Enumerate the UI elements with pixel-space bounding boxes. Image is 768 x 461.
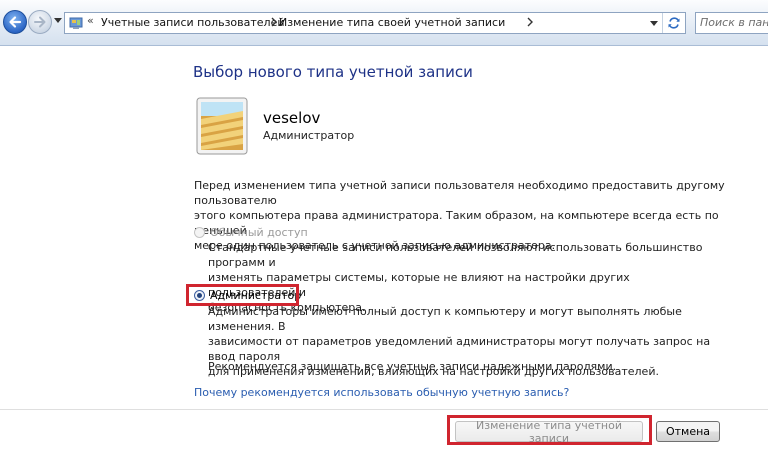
password-recommendation: Рекомендуется защищать все учетные запис… [208, 360, 617, 373]
breadcrumb-user-accounts[interactable]: Учетные записи пользователей [101, 16, 285, 29]
search-box[interactable] [695, 12, 768, 34]
description-line: Стандартные учетные записи пользователей… [208, 241, 703, 269]
cancel-button[interactable]: Отмена [656, 421, 720, 442]
navigation-bar: « Учетные записи пользователей Изменение… [0, 0, 768, 46]
page-title: Выбор нового типа учетной записи [193, 63, 473, 81]
back-button[interactable] [3, 10, 27, 34]
footer-divider [0, 409, 768, 410]
control-panel-icon [69, 17, 83, 29]
user-role: Администратор [263, 129, 355, 142]
intro-line: Перед изменением типа учетной записи пол… [194, 179, 725, 207]
breadcrumb-separator-icon[interactable] [271, 17, 277, 27]
address-history-dropdown[interactable] [647, 13, 661, 33]
standard-user-radio[interactable] [194, 227, 205, 238]
search-input[interactable] [696, 13, 768, 31]
user-name: veselov [263, 109, 321, 127]
breadcrumb-root-chevron[interactable]: « [87, 14, 94, 27]
user-picture-icon [196, 97, 248, 155]
breadcrumb-separator-icon[interactable] [527, 17, 533, 27]
description-line: Администраторы имеют полный доступ к ком… [208, 305, 682, 333]
breadcrumb-change-account-type[interactable]: Изменение типа своей учетной записи [279, 16, 505, 29]
why-standard-account-link[interactable]: Почему рекомендуется использовать обычну… [194, 386, 569, 399]
address-bar[interactable]: « Учетные записи пользователей Изменение… [64, 12, 686, 34]
standard-user-option[interactable]: Обычный доступ [194, 226, 308, 239]
refresh-icon [668, 17, 680, 29]
forward-arrow-icon [34, 16, 46, 28]
highlight-frame-administrator [186, 284, 299, 306]
recent-pages-dropdown-icon[interactable] [54, 18, 62, 24]
change-account-type-button[interactable]: Изменение типа учетной записи [455, 419, 643, 445]
refresh-button[interactable] [662, 13, 685, 33]
forward-button[interactable] [28, 10, 52, 34]
back-arrow-icon [9, 16, 22, 28]
standard-user-label: Обычный доступ [210, 226, 308, 239]
chevron-down-icon [650, 21, 658, 26]
